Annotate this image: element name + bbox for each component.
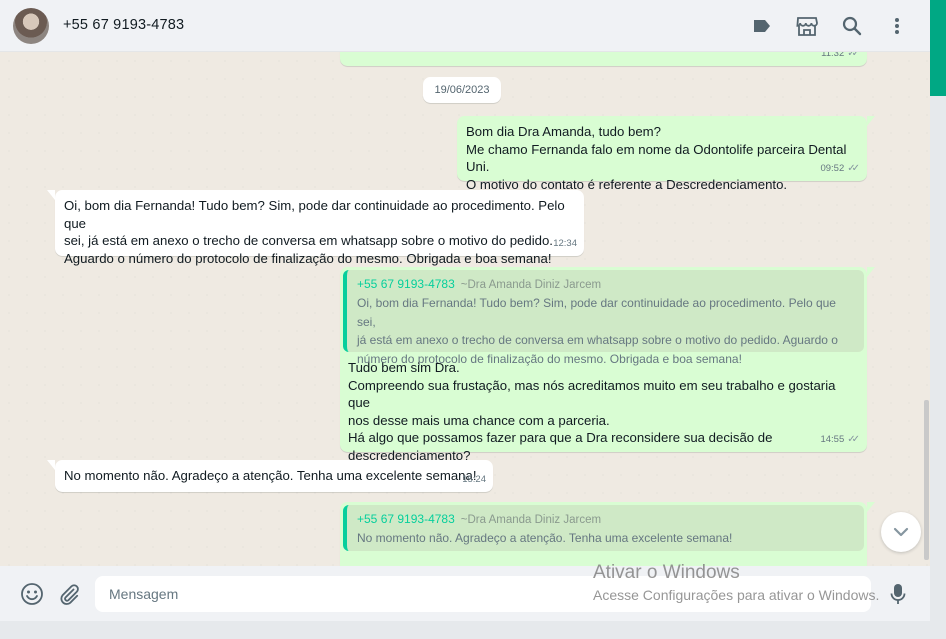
- window-bottom-edge: [0, 621, 930, 639]
- emoji-icon[interactable]: [19, 581, 45, 607]
- message-bubble-incoming[interactable]: Oi, bom dia Fernanda! Tudo bem? Sim, pod…: [47, 190, 584, 266]
- message-text: Oi, bom dia Fernanda! Tudo bem? Sim, pod…: [64, 198, 565, 266]
- whatsapp-window: +55 67 9193-4783 11:32 ✓✓ 19/06/2023 Bom…: [0, 0, 930, 621]
- quote-sender-number: +55 67 9193-4783: [357, 277, 455, 291]
- composer: [0, 566, 930, 621]
- message-bubble-outgoing-reply[interactable]: +55 67 9193-4783 ~Dra Amanda Diniz Jarcem…: [340, 267, 875, 463]
- accent-strip: [930, 0, 946, 96]
- search-icon[interactable]: [839, 13, 865, 39]
- menu-icon[interactable]: [884, 13, 910, 39]
- message-meta: 11:32 ✓✓: [821, 52, 860, 62]
- message-time: 12:34: [553, 237, 577, 249]
- message-meta: 12:34: [553, 235, 577, 253]
- message-meta: 09:52 ✓✓: [820, 160, 860, 178]
- message-text: Bom dia Dra Amanda, tudo bem? Me chamo F…: [466, 124, 847, 192]
- double-check-icon: ✓✓: [847, 162, 860, 174]
- message-time: 15:24: [462, 473, 486, 485]
- chevron-down-icon: [893, 527, 909, 537]
- chat-scrollbar[interactable]: [924, 400, 929, 560]
- message-bubble-outgoing-reply[interactable]: +55 67 9193-4783 ~Dra Amanda Diniz Jarcem…: [340, 502, 875, 566]
- double-check-icon: ✓✓: [847, 52, 860, 59]
- message-time: 09:52: [820, 162, 845, 174]
- message-input[interactable]: [95, 576, 871, 612]
- message-bubble-outgoing[interactable]: Bom dia Dra Amanda, tudo bem? Me chamo F…: [457, 116, 875, 192]
- quote-sender: +55 67 9193-4783 ~Dra Amanda Diniz Jarcem: [357, 511, 601, 530]
- message-bubble-partial[interactable]: 11:32 ✓✓: [340, 52, 867, 66]
- paperclip-icon[interactable]: [56, 581, 82, 607]
- message-time: 14:55: [820, 433, 845, 445]
- quote-text: Oi, bom dia Fernanda! Tudo bem? Sim, pod…: [357, 296, 838, 366]
- message-time: 11:32: [821, 52, 845, 59]
- message-bubble-incoming[interactable]: No momento não. Agradeço a atenção. Tenh…: [47, 460, 493, 492]
- quote-sender: +55 67 9193-4783 ~Dra Amanda Diniz Jarcem: [357, 276, 601, 295]
- quote-sender-number: +55 67 9193-4783: [357, 512, 455, 526]
- quoted-message[interactable]: +55 67 9193-4783 ~Dra Amanda Diniz Jarcem…: [343, 270, 864, 366]
- message-text: Tudo bem sim Dra. Compreendo sua frustaç…: [348, 360, 836, 463]
- microphone-icon[interactable]: [885, 581, 911, 607]
- avatar[interactable]: [13, 8, 49, 44]
- chat-panel: 11:32 ✓✓ 19/06/2023 Bom dia Dra Amanda, …: [0, 52, 930, 566]
- chat-header: +55 67 9193-4783: [0, 0, 930, 52]
- message-text: No momento não. Agradeço a atenção. Tenh…: [64, 468, 477, 483]
- message-meta: 15:24: [462, 471, 486, 489]
- quoted-message[interactable]: +55 67 9193-4783 ~Dra Amanda Diniz Jarcem…: [343, 505, 864, 551]
- contact-name[interactable]: +55 67 9193-4783: [63, 17, 184, 33]
- quote-text: No momento não. Agradeço a atenção. Tenh…: [357, 531, 733, 545]
- message-meta: 14:55 ✓✓: [820, 431, 860, 449]
- date-chip: 19/06/2023: [423, 77, 501, 103]
- scroll-down-button[interactable]: [881, 512, 921, 552]
- quote-push-name: ~Dra Amanda Diniz Jarcem: [460, 514, 602, 526]
- quote-push-name: ~Dra Amanda Diniz Jarcem: [460, 279, 602, 291]
- catalog-icon[interactable]: [794, 13, 820, 39]
- label-icon[interactable]: [749, 13, 775, 39]
- side-panel-edge: [930, 0, 946, 639]
- double-check-icon: ✓✓: [847, 433, 860, 445]
